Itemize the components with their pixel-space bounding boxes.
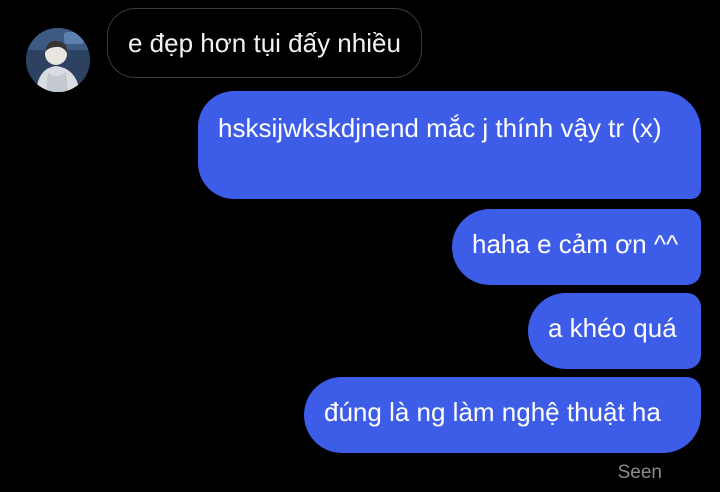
chat-thread: e đẹp hơn tụi đấy nhiều hsksijwkskdjnend…: [0, 0, 720, 492]
outgoing-message-2[interactable]: haha e cảm ơn ^^: [452, 209, 701, 285]
incoming-message[interactable]: e đẹp hơn tụi đấy nhiều: [107, 8, 422, 78]
incoming-message-text: e đẹp hơn tụi đấy nhiều: [128, 27, 401, 58]
outgoing-message-text: hsksijwkskdjnend mắc j thính vậy tr (x): [218, 113, 662, 143]
outgoing-message-3[interactable]: a khéo quá: [528, 293, 701, 369]
outgoing-message-4[interactable]: đúng là ng làm nghệ thuật ha: [304, 377, 701, 453]
avatar[interactable]: [26, 28, 90, 92]
seen-status: Seen: [617, 462, 662, 483]
outgoing-message-text: a khéo quá: [548, 313, 677, 343]
avatar-photo: [26, 28, 90, 92]
outgoing-message-text: haha e cảm ơn ^^: [472, 229, 679, 259]
outgoing-message-text: đúng là ng làm nghệ thuật ha: [324, 397, 661, 427]
outgoing-message-1[interactable]: hsksijwkskdjnend mắc j thính vậy tr (x): [198, 91, 701, 199]
